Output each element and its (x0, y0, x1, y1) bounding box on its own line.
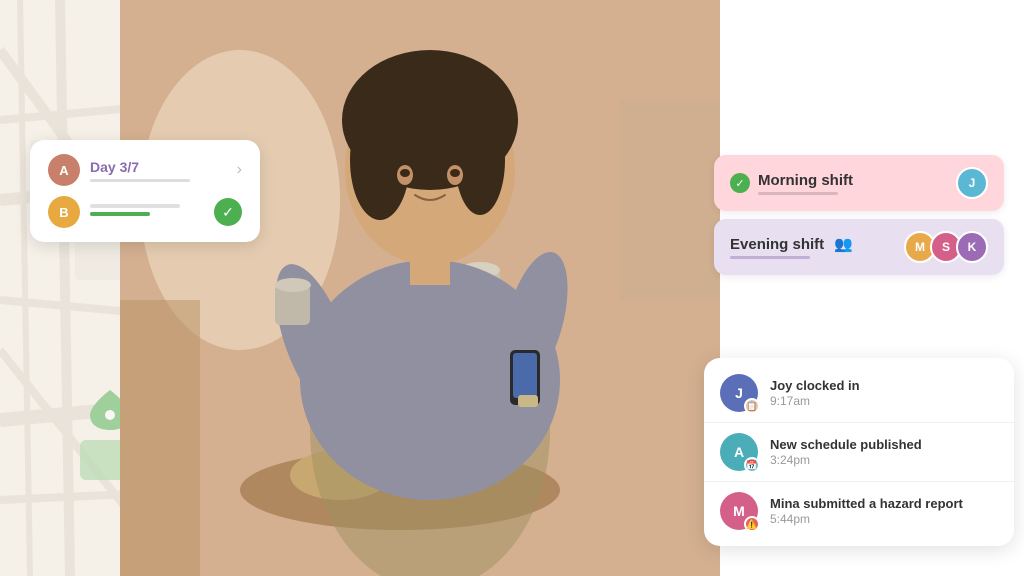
notif1-badge: 📋 (744, 398, 760, 414)
task-bar-gray (90, 204, 180, 208)
notif3-text: Mina submitted a hazard report 5:44pm (770, 496, 998, 526)
evening-shift-name: Evening shift 👥 (730, 235, 853, 253)
morning-check-icon: ✓ (730, 173, 750, 193)
notif2-text: New schedule published 3:24pm (770, 437, 998, 467)
notif1-title: Joy clocked in (770, 378, 998, 393)
task-bars (90, 204, 214, 220)
day-card-bottom: B ✓ (48, 196, 242, 228)
day-label: Day 3/7 (90, 159, 190, 175)
notif3-title: Mina submitted a hazard report (770, 496, 998, 511)
notification-item-3[interactable]: M ⚠️ Mina submitted a hazard report 5:44… (704, 482, 1014, 540)
notif2-badge: 📅 (744, 457, 760, 473)
day-progress-bar (90, 179, 190, 182)
hero-photo (120, 0, 720, 576)
morning-shift-name: Morning shift (758, 172, 853, 189)
morning-avatar-1: J (956, 167, 988, 199)
morning-shift-bar (758, 192, 838, 195)
notif1-text: Joy clocked in 9:17am (770, 378, 998, 408)
day-card-left: A Day 3/7 (48, 154, 190, 186)
notification-cards: J 📋 Joy clocked in 9:17am A 📅 New schedu… (704, 358, 1014, 546)
person2-avatar: B (48, 196, 80, 228)
morning-shift-left: ✓ Morning shift (730, 172, 853, 195)
notif1-avatar-wrap: J 📋 (720, 374, 758, 412)
morning-shift-card[interactable]: ✓ Morning shift J (714, 155, 1004, 211)
notif1-time: 9:17am (770, 394, 998, 408)
notification-item-2[interactable]: A 📅 New schedule published 3:24pm (704, 423, 1014, 482)
morning-shift-avatars: J (956, 167, 988, 199)
notif3-badge: ⚠️ (744, 516, 760, 532)
shift-cards-container: ✓ Morning shift J Evening shift 👥 M S K (714, 155, 1004, 283)
team-icon: 👥 (834, 236, 853, 253)
day-card: A Day 3/7 › B ✓ (30, 140, 260, 242)
chevron-right-icon[interactable]: › (237, 161, 242, 179)
notification-item-1[interactable]: J 📋 Joy clocked in 9:17am (704, 364, 1014, 423)
evening-avatar-3: K (956, 231, 988, 263)
notif3-avatar-wrap: M ⚠️ (720, 492, 758, 530)
person1-avatar: A (48, 154, 80, 186)
day-card-top: A Day 3/7 › (48, 154, 242, 186)
evening-shift-avatars: M S K (904, 231, 988, 263)
notif3-time: 5:44pm (770, 512, 998, 526)
notif2-title: New schedule published (770, 437, 998, 452)
task-bar-green (90, 212, 150, 216)
check-icon: ✓ (214, 198, 242, 226)
notif2-time: 3:24pm (770, 453, 998, 467)
woman-svg (120, 0, 720, 576)
evening-shift-left: Evening shift 👥 (730, 235, 853, 259)
notif2-avatar-wrap: A 📅 (720, 433, 758, 471)
evening-shift-bar (730, 256, 810, 259)
evening-shift-card[interactable]: Evening shift 👥 M S K (714, 219, 1004, 275)
